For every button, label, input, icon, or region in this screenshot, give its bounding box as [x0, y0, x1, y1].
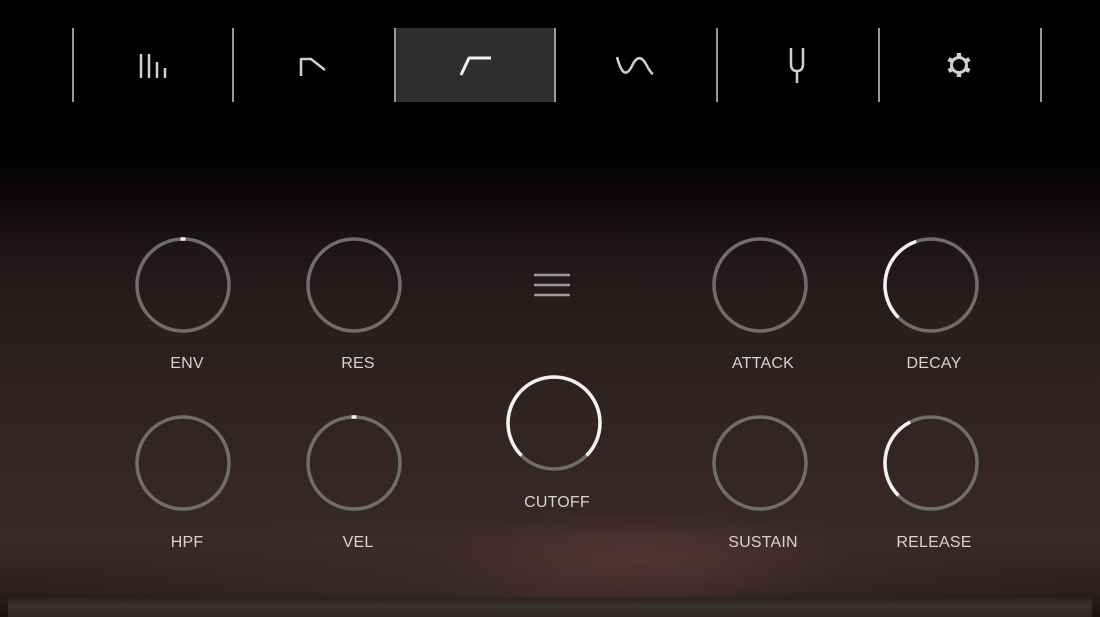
knob-ring [135, 237, 231, 333]
hpf-label: HPF [170, 534, 204, 551]
sustain-knob[interactable] [710, 413, 810, 513]
knob-ring [712, 415, 808, 511]
tab-tuning[interactable] [718, 28, 876, 102]
knob-ring [883, 415, 979, 511]
vel-label: VEL [342, 534, 374, 551]
vel-knob[interactable] [304, 413, 404, 513]
env-knob[interactable] [133, 235, 233, 335]
lowpass-curve-icon [299, 57, 326, 76]
attack-label: ATTACK [732, 355, 794, 372]
knob-ring [883, 237, 979, 333]
hpf-knob[interactable] [133, 413, 233, 513]
knob-value-arc [883, 239, 917, 319]
res-label: RES [341, 355, 375, 372]
knob-track [306, 415, 402, 511]
tab-lowpass[interactable] [234, 28, 392, 102]
cutoff-knob[interactable] [504, 373, 604, 473]
knob-track [306, 237, 402, 333]
knob-track [712, 415, 808, 511]
menu-button[interactable] [532, 268, 572, 302]
knob-ring [135, 415, 231, 511]
tab-settings[interactable] [880, 28, 1038, 102]
knob-ring [712, 237, 808, 333]
env-label: ENV [170, 355, 204, 372]
knob-ring [506, 375, 602, 471]
knob-track [135, 415, 231, 511]
tab-lfo[interactable] [556, 28, 714, 102]
decay-knob[interactable] [881, 235, 981, 335]
res-knob[interactable] [304, 235, 404, 335]
release-knob[interactable] [881, 413, 981, 513]
tab-divider [1040, 28, 1042, 102]
decay-label: DECAY [906, 355, 962, 372]
tab-filter-envelope[interactable] [396, 28, 554, 102]
knob-track [712, 237, 808, 333]
filter-envelope-icon [459, 56, 491, 76]
cutoff-label: CUTOFF [524, 494, 590, 511]
sustain-label: SUSTAIN [728, 534, 798, 551]
gear-icon [947, 53, 971, 77]
knob-ring [306, 415, 402, 511]
lfo-wave-icon [615, 56, 654, 76]
filter-panel: ENV RES HPF VEL CUTOFF ATTACK DECAY SUST… [0, 0, 1100, 617]
hamburger-menu-icon [534, 273, 570, 297]
tuning-fork-icon [789, 48, 805, 83]
attack-knob[interactable] [710, 235, 810, 335]
tab-bar [72, 28, 1042, 102]
knob-value-arc [506, 375, 602, 457]
tab-mixer[interactable] [74, 28, 232, 102]
mixer-icon [139, 54, 167, 78]
knob-ring [306, 237, 402, 333]
knob-value-arc [883, 420, 911, 497]
landscape-strip [8, 598, 1092, 617]
release-label: RELEASE [896, 534, 972, 551]
knob-track [135, 237, 231, 333]
